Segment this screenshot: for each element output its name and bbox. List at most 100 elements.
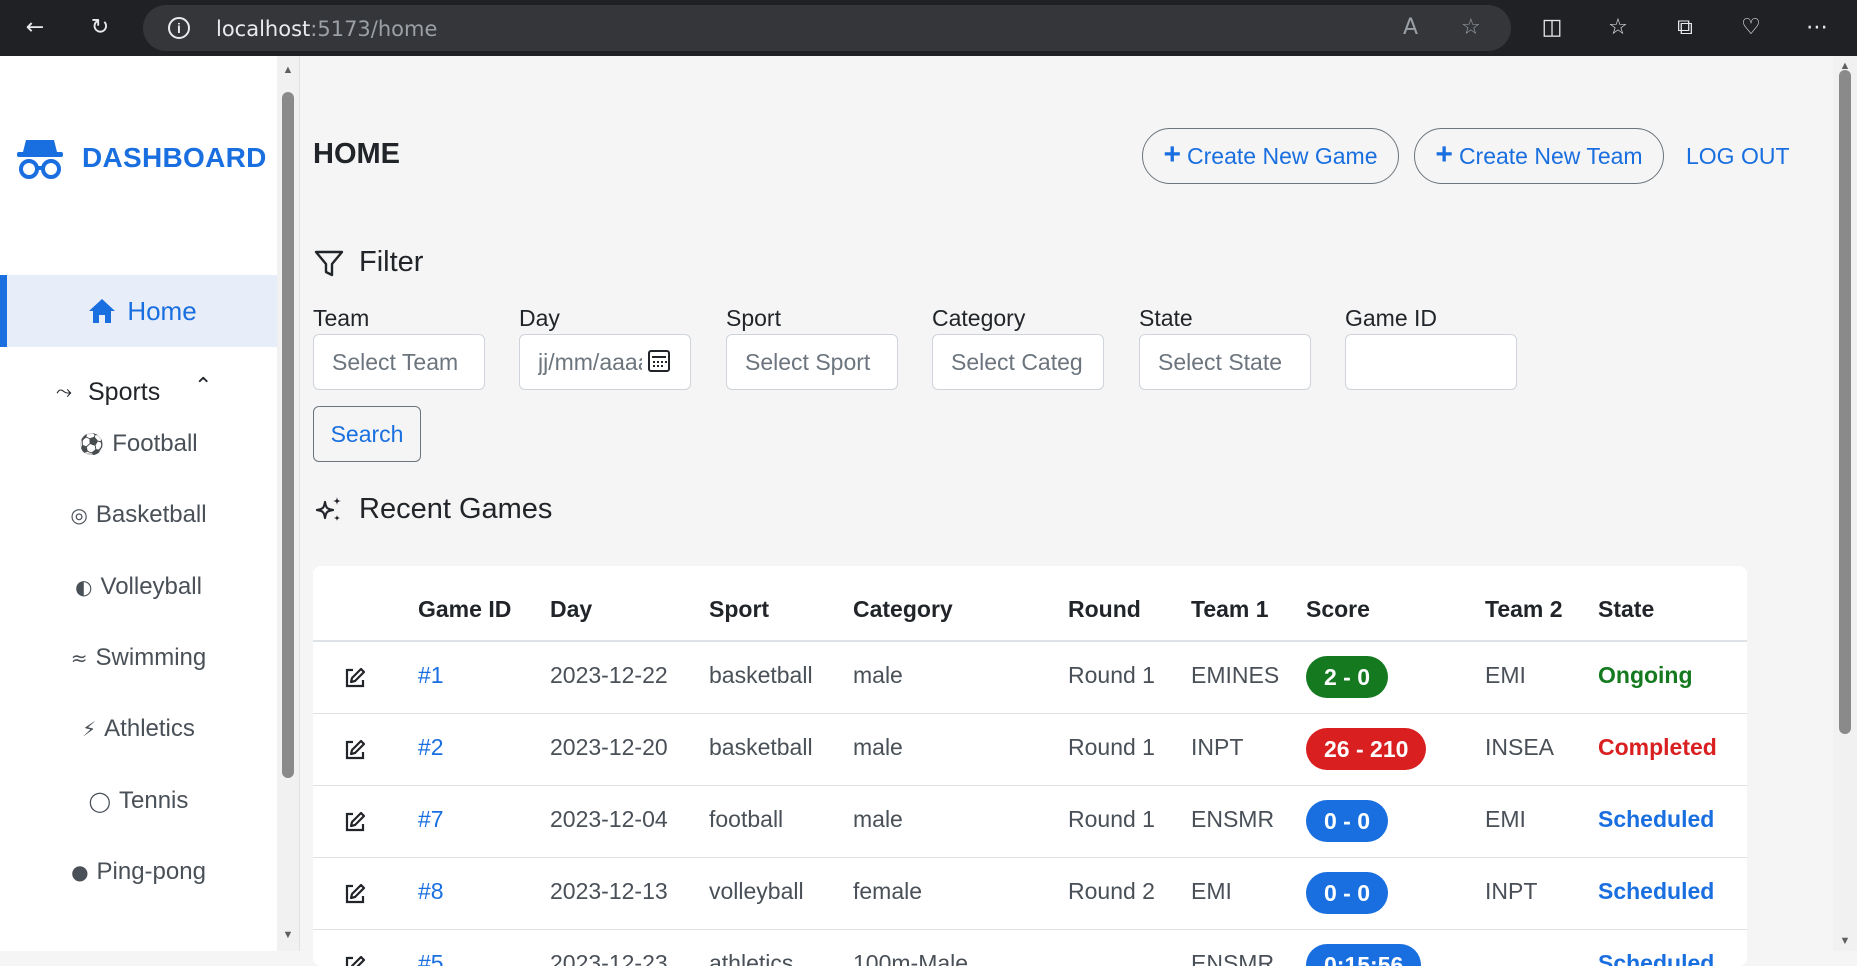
- scroll-down-arrow-icon[interactable]: ▼: [1839, 935, 1851, 947]
- game-category: male: [853, 806, 903, 832]
- edit-icon[interactable]: [343, 738, 367, 762]
- score-badge: 0 - 0: [1306, 800, 1389, 842]
- game-day: 2023-12-22: [550, 662, 668, 688]
- sidebar-item-home[interactable]: Home: [0, 275, 277, 347]
- create-game-label: Create New Game: [1187, 142, 1378, 169]
- url-text[interactable]: localhost:5173/home: [216, 17, 437, 41]
- category-label: Category: [932, 305, 1026, 331]
- table-row: #1 2023-12-22 basketball male Round 1 EM…: [313, 642, 1747, 714]
- column-header-score[interactable]: Score: [1306, 596, 1370, 623]
- filter-icon: [314, 250, 344, 276]
- game-day: 2023-12-13: [550, 878, 668, 904]
- day-placeholder: jj/mm/aaaa: [538, 348, 642, 375]
- favorite-star-icon[interactable]: ☆: [1461, 15, 1481, 40]
- back-icon[interactable]: ←: [21, 14, 49, 42]
- column-header-round[interactable]: Round: [1068, 596, 1141, 623]
- column-header-team-1[interactable]: Team 1: [1191, 596, 1269, 623]
- calendar-icon[interactable]: [648, 350, 670, 372]
- scroll-thumb[interactable]: [282, 92, 294, 778]
- sidebar-scrollbar[interactable]: ▲ ▼: [277, 56, 299, 951]
- sidebar-item-tennis[interactable]: ◯ Tennis: [0, 779, 277, 823]
- sidebar-item-label: Tennis: [119, 787, 189, 814]
- collections-icon[interactable]: ⧉: [1671, 14, 1699, 42]
- favorites-icon[interactable]: ☆: [1604, 14, 1632, 42]
- browser-toolbar: ← ↻ i localhost:5173/home A ☆ ◫ ☆ ⧉ ♡ ⋯: [0, 0, 1857, 56]
- scroll-up-arrow-icon[interactable]: ▲: [282, 64, 294, 76]
- sidebar-item-sports[interactable]: ⤳ Sports ⌃: [56, 372, 236, 412]
- sidebar-item-athletics[interactable]: ⚡ Athletics: [0, 707, 277, 751]
- edit-icon[interactable]: [343, 810, 367, 834]
- edit-icon[interactable]: [343, 954, 367, 966]
- reload-icon[interactable]: ↻: [86, 14, 114, 42]
- spy-logo-icon: [17, 140, 63, 179]
- football-icon: ⚽: [79, 432, 105, 456]
- edit-icon[interactable]: [343, 882, 367, 906]
- game-round: Round 1: [1068, 662, 1155, 688]
- sport-select[interactable]: Select Sport: [726, 334, 898, 390]
- game-day: 2023-12-04: [550, 806, 668, 832]
- game-team-1: ENSMR: [1191, 950, 1275, 966]
- day-date-input[interactable]: jj/mm/aaaa: [519, 334, 691, 390]
- edit-icon[interactable]: [343, 666, 367, 690]
- split-screen-icon[interactable]: ◫: [1538, 14, 1566, 42]
- game-id-link[interactable]: #7: [418, 806, 444, 833]
- search-button[interactable]: Search: [313, 406, 421, 462]
- sidebar-item-label: Home: [127, 295, 197, 326]
- sidebar-item-basketball[interactable]: ◎ Basketball: [0, 493, 277, 537]
- game-id-link[interactable]: #8: [418, 878, 444, 905]
- game-id-link[interactable]: #2: [418, 734, 444, 761]
- scroll-down-arrow-icon[interactable]: ▼: [282, 929, 294, 941]
- sidebar-item-ping-pong[interactable]: ● Ping-pong: [0, 850, 277, 894]
- site-info-icon[interactable]: i: [168, 17, 190, 39]
- column-header-sport[interactable]: Sport: [709, 596, 769, 623]
- state-badge: Scheduled: [1598, 806, 1715, 832]
- game-id-link[interactable]: #5: [418, 950, 444, 966]
- game-team-2: INPT: [1485, 878, 1538, 904]
- team-select[interactable]: Select Team: [313, 334, 485, 390]
- state-badge: Scheduled: [1598, 878, 1715, 904]
- address-bar[interactable]: i localhost:5173/home A ☆: [143, 5, 1511, 51]
- column-header-team-2[interactable]: Team 2: [1485, 596, 1563, 623]
- table-row: #2 2023-12-20 basketball male Round 1 IN…: [313, 714, 1747, 786]
- table-row: #7 2023-12-04 football male Round 1 ENSM…: [313, 786, 1747, 858]
- column-header-category[interactable]: Category: [853, 596, 953, 623]
- sidebar-item-volleyball[interactable]: ◐ Volleyball: [0, 565, 277, 609]
- create-game-button[interactable]: + Create New Game: [1142, 128, 1399, 184]
- athletics-icon: ⚡: [82, 717, 97, 741]
- create-team-button[interactable]: + Create New Team: [1414, 128, 1664, 184]
- game-category: male: [853, 662, 903, 688]
- sidebar-item-label: Swimming: [95, 644, 207, 671]
- scroll-thumb[interactable]: [1839, 70, 1851, 734]
- column-header-day[interactable]: Day: [550, 596, 592, 623]
- state-badge: Ongoing: [1598, 662, 1693, 688]
- state-select[interactable]: Select State: [1139, 334, 1311, 390]
- game-id-label: Game ID: [1345, 305, 1438, 331]
- main-scrollbar[interactable]: ▲ ▼: [1833, 56, 1857, 951]
- sports-icon: ⤳: [56, 380, 72, 403]
- table-row: #5 2023-12-23 athletics 100m-Male ENSMR …: [313, 930, 1747, 966]
- game-sport: basketball: [709, 734, 813, 760]
- games-table: Game ID Day Sport Category Round Team 1 …: [313, 566, 1747, 966]
- sidebar-item-label: Volleyball: [100, 573, 202, 600]
- table-row: #8 2023-12-13 volleyball female Round 2 …: [313, 858, 1747, 930]
- game-round: Round 1: [1068, 734, 1155, 760]
- game-id-input[interactable]: [1345, 334, 1517, 390]
- column-header-game-id[interactable]: Game ID: [418, 596, 511, 623]
- sparkles-icon: [315, 496, 341, 521]
- logout-link[interactable]: LOG OUT: [1686, 143, 1790, 170]
- brand[interactable]: DASHBOARD: [16, 136, 267, 180]
- basketball-icon: ◎: [70, 503, 88, 527]
- column-header-state[interactable]: State: [1598, 596, 1654, 623]
- game-sport: football: [709, 806, 784, 832]
- sport-label: Sport: [726, 305, 781, 331]
- category-select[interactable]: Select Categ: [932, 334, 1104, 390]
- chevron-up-icon[interactable]: ⌃: [194, 374, 212, 399]
- read-aloud-icon[interactable]: A: [1403, 15, 1418, 40]
- swimming-icon: ≈: [70, 646, 88, 670]
- more-menu-icon[interactable]: ⋯: [1803, 14, 1831, 42]
- game-id-link[interactable]: #1: [418, 662, 444, 689]
- sidebar-item-label: Sports: [88, 377, 161, 406]
- health-icon[interactable]: ♡: [1737, 14, 1765, 42]
- sidebar-item-football[interactable]: ⚽ Football: [0, 422, 277, 466]
- sidebar-item-swimming[interactable]: ≈ Swimming: [0, 636, 277, 680]
